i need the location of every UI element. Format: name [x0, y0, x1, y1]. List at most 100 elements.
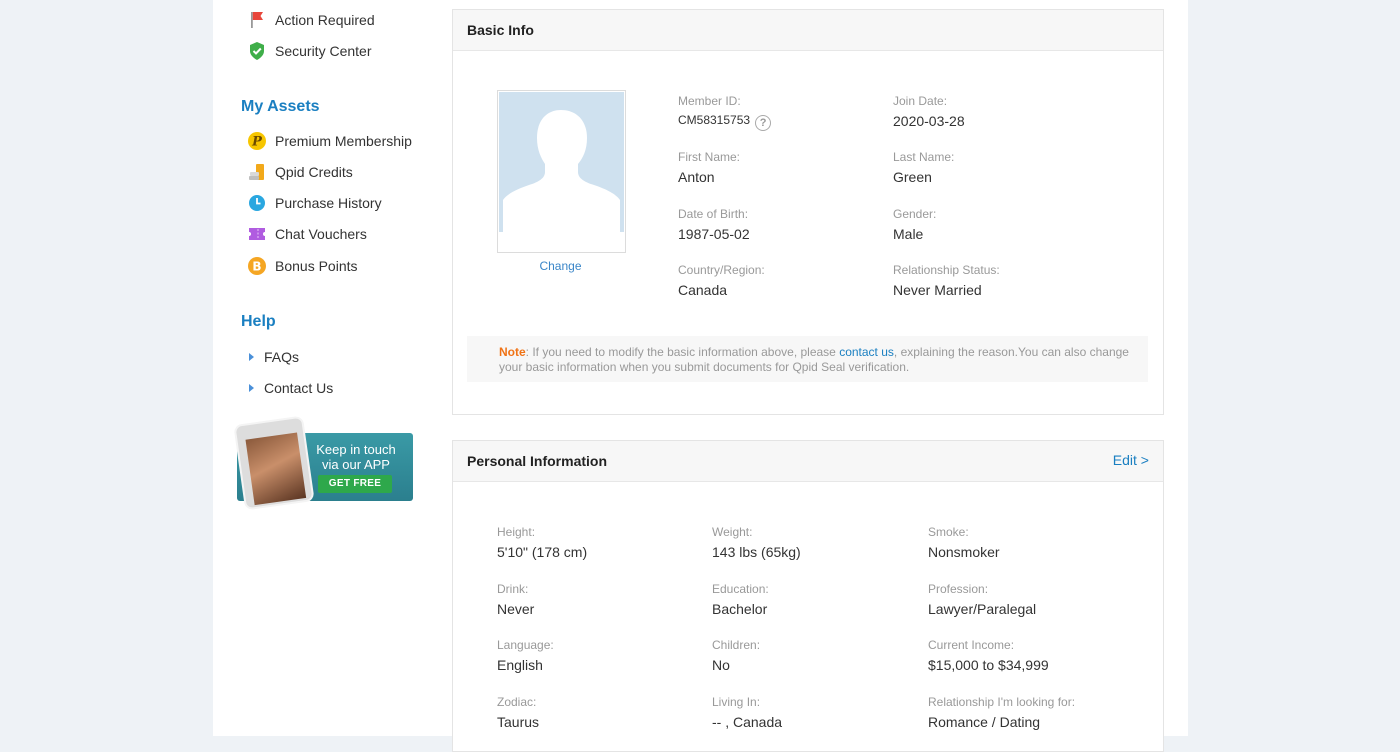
- field-label: Smoke:: [928, 525, 969, 539]
- premium-p-icon: P: [247, 131, 267, 151]
- field-value: Romance / Dating: [928, 714, 1041, 730]
- field-value: No: [712, 657, 730, 673]
- field-value: $15,000 to $34,999: [928, 657, 1049, 673]
- get-free-button[interactable]: GET FREE: [318, 475, 392, 493]
- field-label: Children:: [712, 638, 761, 652]
- field-value: Male: [893, 226, 924, 242]
- children-field: Children: No: [712, 638, 760, 673]
- sidebar-item-label: Purchase History: [275, 195, 382, 211]
- field-value: Never: [497, 601, 535, 617]
- note-label: Note: [499, 345, 526, 359]
- basic-info-title: Basic Info: [467, 22, 534, 38]
- field-value: Nonsmoker: [928, 544, 1000, 560]
- profession-field: Profession: Lawyer/Paralegal: [928, 582, 1036, 617]
- note-box: Note: If you need to modify the basic in…: [467, 336, 1148, 382]
- help-question-icon[interactable]: ?: [755, 115, 772, 131]
- field-value: Canada: [678, 282, 728, 298]
- sidebar-item-label: Premium Membership: [275, 133, 412, 149]
- field-value: 1987-05-02: [678, 226, 750, 242]
- page-container: Action Required Security Center My Asset…: [213, 0, 1188, 752]
- field-label: Language:: [497, 638, 554, 652]
- field-value: English: [497, 657, 543, 673]
- silhouette-icon: [503, 110, 620, 232]
- member-id-value: CM58315753: [678, 113, 751, 127]
- member-id-field: Member ID: CM58315753?: [678, 94, 772, 131]
- field-label: Join Date:: [893, 94, 948, 108]
- app-banner-line1: Keep in touch: [316, 442, 396, 457]
- avatar-placeholder: [499, 92, 624, 232]
- flag-icon: [247, 10, 267, 30]
- field-label: Education:: [712, 582, 769, 596]
- edit-personal-info-link[interactable]: Edit >: [1113, 452, 1149, 468]
- field-value: 143 lbs (65kg): [712, 544, 801, 560]
- sidebar-item-action-required[interactable]: Action Required: [247, 9, 375, 31]
- sidebar-item-label: Chat Vouchers: [275, 226, 367, 242]
- sidebar-item-premium-membership[interactable]: P Premium Membership: [247, 130, 412, 152]
- profile-photo[interactable]: [497, 90, 626, 253]
- sidebar-item-label: Action Required: [275, 12, 375, 28]
- personal-info-title: Personal Information: [467, 453, 608, 469]
- app-banner-line2: via our APP: [322, 457, 390, 472]
- voucher-icon: [247, 224, 267, 244]
- field-value: Taurus: [497, 714, 540, 730]
- field-value: 2020-03-28: [893, 113, 965, 129]
- field-label: Relationship Status:: [893, 263, 1000, 277]
- note-text-before: : If you need to modify the basic inform…: [525, 345, 840, 359]
- sidebar-item-qpid-credits[interactable]: Qpid Credits: [247, 161, 353, 183]
- svg-text:B: B: [252, 260, 261, 274]
- sidebar-item-contact-us[interactable]: Contact Us: [249, 377, 333, 399]
- smoke-field: Smoke: Nonsmoker: [928, 525, 1000, 560]
- last-name-field: Last Name: Green: [893, 150, 954, 185]
- sidebar-item-chat-vouchers[interactable]: Chat Vouchers: [247, 223, 367, 245]
- change-photo-link[interactable]: Change: [497, 259, 624, 273]
- field-label: Gender:: [893, 207, 937, 221]
- shield-check-icon: [247, 41, 267, 61]
- field-label: First Name:: [678, 150, 741, 164]
- personal-info-header: Personal Information Edit >: [453, 441, 1163, 482]
- field-label: Weight:: [712, 525, 753, 539]
- phone-image: [233, 415, 315, 511]
- field-value: 5'10" (178 cm): [497, 544, 588, 560]
- note-text: Note: If you need to modify the basic in…: [499, 345, 1129, 375]
- personal-info-panel: Personal Information Edit > Height: 5'10…: [452, 440, 1164, 752]
- field-value: Bachelor: [712, 601, 768, 617]
- income-field: Current Income: $15,000 to $34,999: [928, 638, 1049, 673]
- living-in-field: Living In: -- , Canada: [712, 695, 782, 730]
- contact-us-link[interactable]: contact us: [839, 345, 894, 359]
- country-field: Country/Region: Canada: [678, 263, 765, 298]
- clock-icon: [247, 193, 267, 213]
- field-label: Living In:: [712, 695, 761, 709]
- field-label: Height:: [497, 525, 536, 539]
- my-assets-heading: My Assets: [241, 98, 320, 115]
- help-heading: Help: [241, 313, 276, 330]
- sidebar-item-bonus-points[interactable]: B Bonus Points: [247, 255, 358, 277]
- app-banner-text: Keep in touch via our APP: [315, 442, 397, 472]
- sidebar-item-label: Contact Us: [264, 380, 334, 396]
- join-date-field: Join Date: 2020-03-28: [893, 94, 965, 129]
- weight-field: Weight: 143 lbs (65kg): [712, 525, 801, 560]
- sidebar-item-security-center[interactable]: Security Center: [247, 40, 371, 62]
- education-field: Education: Bachelor: [712, 582, 769, 617]
- field-value: CM58315753?: [678, 113, 772, 131]
- caret-right-icon: [249, 384, 254, 392]
- app-download-banner[interactable]: Keep in touch via our APP GET FREE: [233, 415, 414, 511]
- height-field: Height: 5'10" (178 cm): [497, 525, 587, 560]
- sidebar-item-label: FAQs: [264, 349, 300, 365]
- field-value: -- , Canada: [712, 714, 783, 730]
- field-label: Member ID:: [678, 94, 741, 108]
- sidebar-item-faqs[interactable]: FAQs: [249, 346, 299, 368]
- gender-field: Gender: Male: [893, 207, 936, 242]
- relationship-status-field: Relationship Status: Never Married: [893, 263, 1000, 298]
- basic-info-panel: Basic Info Change Member ID: CM58315753?…: [452, 9, 1164, 415]
- credits-icon: [247, 162, 267, 182]
- field-value: Anton: [678, 169, 715, 185]
- svg-text:P: P: [251, 135, 263, 150]
- first-name-field: First Name: Anton: [678, 150, 740, 185]
- field-value: Lawyer/Paralegal: [928, 601, 1037, 617]
- bonus-b-icon: B: [247, 256, 267, 276]
- drink-field: Drink: Never: [497, 582, 534, 617]
- language-field: Language: English: [497, 638, 554, 673]
- looking-for-field: Relationship I'm looking for: Romance / …: [928, 695, 1075, 730]
- sidebar-item-purchase-history[interactable]: Purchase History: [247, 192, 382, 214]
- field-label: Current Income:: [928, 638, 1015, 652]
